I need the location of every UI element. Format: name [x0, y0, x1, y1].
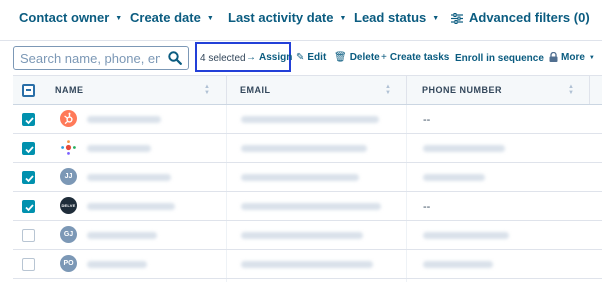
table-row[interactable]: --: [13, 105, 602, 134]
table-row[interactable]: PO: [13, 250, 602, 279]
column-header-name[interactable]: NAME: [55, 85, 84, 95]
column-divider: [226, 76, 227, 104]
edit-button[interactable]: ✎ Edit: [296, 52, 326, 63]
create-tasks-button[interactable]: + Create tasks: [381, 52, 449, 63]
trash-icon: 🗑: [334, 52, 347, 63]
redacted-phone: [423, 261, 493, 268]
redacted-email: [241, 232, 363, 239]
table-row[interactable]: JJ: [13, 163, 602, 192]
redacted-phone: [423, 174, 485, 181]
phone-value: --: [423, 201, 431, 213]
sort-icon[interactable]: ▲ ▼: [568, 84, 574, 96]
avatar: GJ: [60, 226, 77, 243]
table-row[interactable]: DELVE --: [13, 192, 602, 221]
select-all-checkbox[interactable]: [22, 84, 35, 97]
caret-down-icon: ▼: [339, 15, 347, 22]
redacted-email: [241, 116, 379, 123]
create-date-filter[interactable]: Create date ▼: [130, 10, 214, 25]
redacted-name: [87, 203, 175, 210]
more-dropdown[interactable]: More ▼: [561, 52, 595, 63]
redacted-email: [241, 174, 359, 181]
lead-status-filter[interactable]: Lead status ▼: [354, 10, 439, 25]
redacted-email: [241, 145, 367, 152]
caret-down-icon: ▼: [432, 15, 440, 22]
lock-icon: [549, 51, 558, 62]
table-row[interactable]: GJ: [13, 221, 602, 250]
search-input[interactable]: [20, 49, 160, 67]
hubspot-logo-avatar: [60, 110, 77, 127]
selected-count: 4 selected: [200, 53, 246, 64]
column-header-email[interactable]: EMAIL: [240, 85, 271, 95]
avatar: PO: [60, 255, 77, 272]
table-header: NAME ▲ ▼ EMAIL ▲ ▼ PHONE NUMBER ▲ ▼: [13, 75, 602, 105]
redacted-email: [241, 203, 381, 210]
company-logo-avatar: DELVE: [60, 197, 77, 214]
search-icon[interactable]: [168, 51, 182, 70]
divider: [0, 40, 602, 41]
column-divider: [589, 76, 590, 104]
redacted-name: [87, 145, 151, 152]
contact-owner-filter[interactable]: Contact owner ▼: [19, 10, 122, 25]
plus-icon: +: [381, 52, 387, 63]
column-header-phone[interactable]: PHONE NUMBER: [422, 85, 502, 95]
row-checkbox[interactable]: [22, 171, 35, 184]
search-box: [13, 46, 189, 70]
sort-icon[interactable]: ▲ ▼: [204, 84, 210, 96]
row-checkbox[interactable]: [22, 142, 35, 155]
arrow-right-icon: →: [246, 52, 256, 63]
redacted-email: [241, 261, 373, 268]
row-checkbox[interactable]: [22, 258, 35, 271]
filter-bar: Contact owner ▼ Create date ▼ Last activit…: [0, 0, 602, 38]
redacted-name: [87, 232, 157, 239]
row-checkbox[interactable]: [22, 200, 35, 213]
assign-button[interactable]: → Assign: [246, 52, 292, 63]
column-divider: [406, 76, 407, 104]
redacted-phone: [423, 232, 509, 239]
redacted-name: [87, 116, 161, 123]
phone-value: --: [423, 114, 431, 126]
sort-icon[interactable]: ▲ ▼: [385, 84, 391, 96]
pencil-icon: ✎: [296, 52, 305, 63]
caret-down-icon: ▼: [206, 15, 214, 22]
sliders-icon: [451, 13, 463, 24]
delete-button[interactable]: 🗑 Delete: [334, 52, 380, 63]
redacted-name: [87, 261, 147, 268]
caret-down-icon: ▼: [115, 15, 123, 22]
advanced-filters-button[interactable]: Advanced filters (0): [451, 10, 590, 25]
company-logo-avatar: [60, 139, 77, 156]
last-activity-date-filter[interactable]: Last activity date ▼: [228, 10, 346, 25]
row-checkbox[interactable]: [22, 113, 35, 126]
row-checkbox[interactable]: [22, 229, 35, 242]
enroll-in-sequence-button[interactable]: Enroll in sequence: [455, 51, 558, 64]
redacted-phone: [423, 145, 505, 152]
caret-down-icon: ▼: [588, 55, 595, 61]
avatar: JJ: [60, 168, 77, 185]
table-row[interactable]: [13, 134, 602, 163]
redacted-name: [87, 174, 171, 181]
